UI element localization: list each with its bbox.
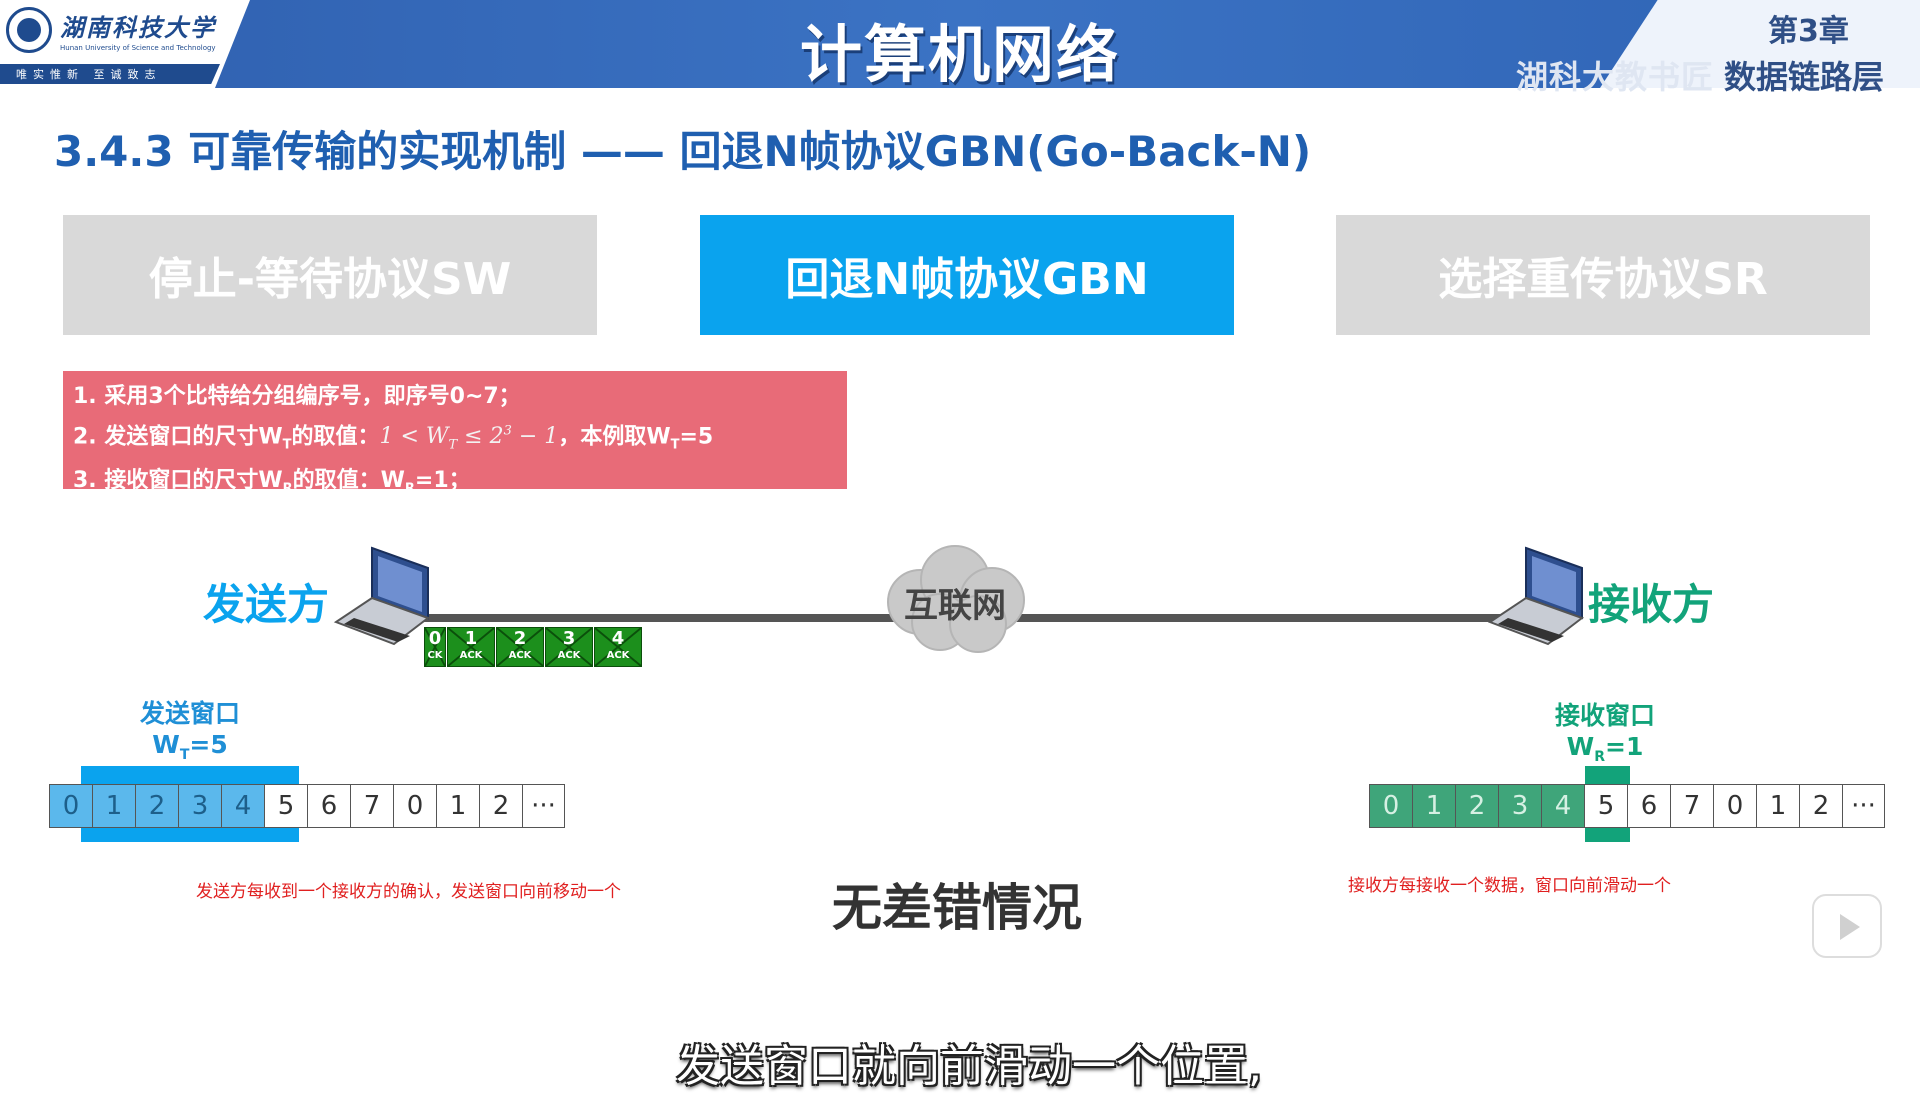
rule-3: 3. 接收窗口的尺寸WR的取值：WR=1； <box>73 467 471 497</box>
internet-label: 互联网 <box>904 586 1006 626</box>
tab-sw[interactable]: 停止-等待协议SW <box>63 215 597 335</box>
video-subtitle: 发送窗口就向前滑动一个位置, <box>676 1041 1262 1092</box>
play-icon <box>1840 914 1860 940</box>
send-seq-cell: 3 <box>178 784 221 828</box>
send-seq-cell: 5 <box>264 784 307 828</box>
send-window-size: WT=5 <box>152 730 228 763</box>
logo-motto: 唯实惟新 至诚致志 <box>16 68 162 81</box>
receive-seq-cell: 1 <box>1412 784 1455 828</box>
send-seq-cell: 2 <box>135 784 178 828</box>
scenario-status: 无差错情况 <box>832 879 1082 937</box>
receive-window-note: 接收方每接收一个数据，窗口向前滑动一个 <box>1348 876 1671 896</box>
rule-1: 1. 采用3个比特给分组编序号，即序号0~7； <box>73 384 521 409</box>
receive-seq-cell: 2 <box>1799 784 1842 828</box>
send-seq-cell: 2 <box>479 784 522 828</box>
rule-2: 2. 发送窗口的尺寸WT的取值：1 < WT ≤ 23 − 1，本例取WT=5 <box>73 424 714 453</box>
ack-packets: 0 CK 1 ACK 2 ACK 3 ACK 4 ACK <box>424 627 643 669</box>
ack-packet: 4 ACK <box>594 627 642 667</box>
protocol-rules-box: 1. 采用3个比特给分组编序号，即序号0~7； 2. 发送窗口的尺寸WT的取值：… <box>63 371 847 496</box>
receive-window-size: WR=1 <box>1566 732 1644 765</box>
receive-window-title: 接收窗口 <box>1554 701 1655 730</box>
send-seq-cell: 0 <box>49 784 92 828</box>
receiver-laptop-icon <box>1487 546 1585 646</box>
receive-seq-cell: 7 <box>1670 784 1713 828</box>
receive-seq-cell: 0 <box>1369 784 1412 828</box>
ack-packet: 0 CK <box>424 627 446 667</box>
chapter-number: 第3章 <box>1768 14 1849 49</box>
receive-seq-cell: ··· <box>1842 784 1885 828</box>
send-seq-cell: 4 <box>221 784 264 828</box>
tab-sr[interactable]: 选择重传协议SR <box>1336 215 1870 335</box>
send-seq-cell: 6 <box>307 784 350 828</box>
logo-name: 湖南科技大学 <box>60 13 216 42</box>
receive-seq-cell: 4 <box>1541 784 1584 828</box>
send-seq-cell: 7 <box>350 784 393 828</box>
send-seq-cell: 1 <box>92 784 135 828</box>
watermark-text: 湖科大教书匠 <box>1516 58 1715 96</box>
send-window-title: 发送窗口 <box>139 699 240 728</box>
receive-seq-cell: 6 <box>1627 784 1670 828</box>
send-seq-cell: 1 <box>436 784 479 828</box>
chapter-name: 数据链路层 <box>1724 58 1885 96</box>
receiver-label: 接收方 <box>1588 580 1715 629</box>
section-title: 3.4.3 可靠传输的实现机制 —— 回退N帧协议GBN(Go-Back-N) <box>54 127 1312 176</box>
send-window-note: 发送方每收到一个接收方的确认，发送窗口向前移动一个 <box>196 882 621 902</box>
logo-english-name: Hunan University of Science and Technolo… <box>60 44 216 52</box>
play-button[interactable] <box>1812 894 1882 958</box>
ack-packet: 2 ACK <box>496 627 544 667</box>
ack-packet: 1 ACK <box>447 627 495 667</box>
receive-seq-cell: 2 <box>1455 784 1498 828</box>
send-seq-cell: ··· <box>522 784 565 828</box>
receive-sequence-row: 0 1 2 3 4 5 6 7 0 1 2 ··· <box>1369 784 1885 828</box>
receive-seq-cell: 5 <box>1584 784 1627 828</box>
send-sequence-row: 0 1 2 3 4 5 6 7 0 1 2 ··· <box>49 784 565 828</box>
send-seq-cell: 0 <box>393 784 436 828</box>
ack-packet: 3 ACK <box>545 627 593 667</box>
receive-seq-cell: 3 <box>1498 784 1541 828</box>
receive-seq-cell: 1 <box>1756 784 1799 828</box>
university-seal-icon <box>6 7 52 53</box>
course-title: 计算机网络 <box>799 18 1120 91</box>
tab-gbn[interactable]: 回退N帧协议GBN <box>700 215 1234 335</box>
receive-seq-cell: 0 <box>1713 784 1756 828</box>
sender-label: 发送方 <box>203 580 330 629</box>
